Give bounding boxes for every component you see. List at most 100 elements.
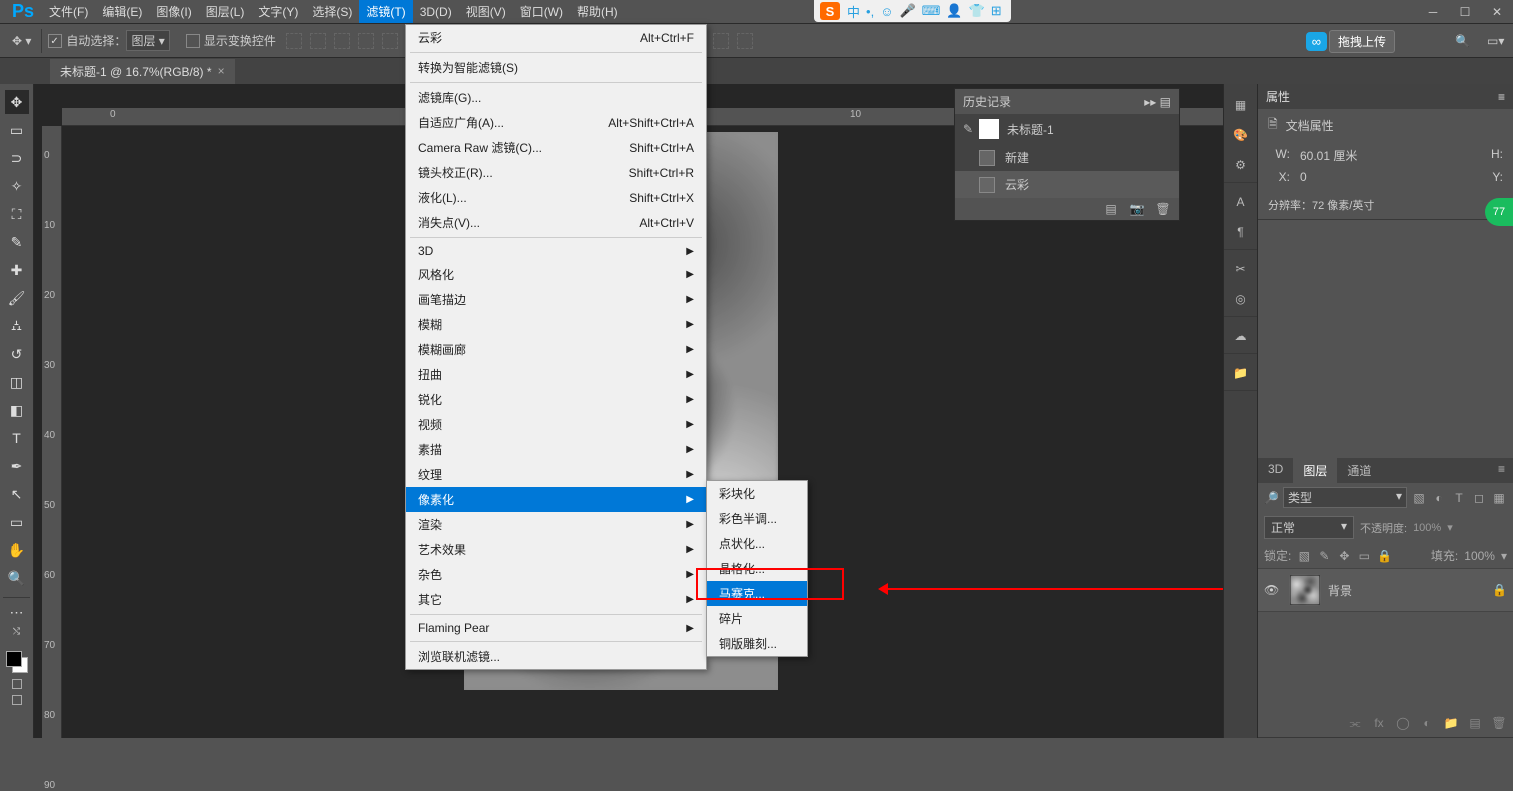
type-tool[interactable]: T	[5, 426, 29, 450]
filter-adj-icon[interactable]: ◐	[1431, 491, 1447, 505]
new-fill-icon[interactable]: ◐	[1419, 716, 1435, 731]
vtab-histogram-icon[interactable]: ▦	[1229, 94, 1253, 116]
lock-all-icon[interactable]: 🔒	[1377, 549, 1391, 563]
pixelate-item[interactable]: 彩色半调...	[707, 506, 807, 531]
trash-icon[interactable]: 🗑	[1155, 202, 1171, 216]
filter-item[interactable]: 像素化▶	[406, 487, 706, 512]
panel-menu-icon[interactable]: ≡	[1498, 90, 1505, 104]
workspace-icon[interactable]: ▭▾	[1487, 34, 1503, 50]
document-tab[interactable]: 未标题-1 @ 16.7%(RGB/8) * ×	[50, 59, 235, 84]
filter-item[interactable]: 画笔描边▶	[406, 287, 706, 312]
filter-item[interactable]: 云彩Alt+Ctrl+F	[406, 25, 706, 50]
new-snapshot-icon[interactable]: ▤	[1103, 202, 1119, 216]
fill-value[interactable]: 100%	[1464, 549, 1495, 563]
filter-item[interactable]: 扭曲▶	[406, 362, 706, 387]
lock-brush-icon[interactable]: ✎	[1317, 549, 1331, 563]
lasso-tool[interactable]: ⊃	[5, 146, 29, 170]
new-layer-icon[interactable]: ▤	[1467, 716, 1483, 731]
menu-type[interactable]: 文字(Y)	[251, 0, 305, 23]
filter-item[interactable]: 风格化▶	[406, 262, 706, 287]
swap-colors-icon[interactable]: ⤭	[13, 626, 20, 637]
menu-view[interactable]: 视图(V)	[459, 0, 513, 23]
move-tool[interactable]: ✥	[5, 90, 29, 114]
path-select-tool[interactable]: ↖	[5, 482, 29, 506]
visibility-eye-icon[interactable]: 👁	[1264, 583, 1282, 597]
filter-type-icon[interactable]: T	[1451, 491, 1467, 505]
vtab-adjustments-icon[interactable]: ⚙	[1229, 154, 1253, 176]
filter-pixel-icon[interactable]: ▧	[1411, 491, 1427, 505]
pixelate-item[interactable]: 点状化...	[707, 531, 807, 556]
history-collapse-icon[interactable]: ▸▸ ▤	[1144, 95, 1171, 109]
filter-item[interactable]: 转换为智能滤镜(S)	[406, 55, 706, 80]
filter-shape-icon[interactable]: ◻	[1471, 491, 1487, 505]
filter-item[interactable]: 自适应广角(A)...Alt+Shift+Ctrl+A	[406, 110, 706, 135]
maximize-button[interactable]: ☐	[1449, 0, 1481, 24]
filter-item[interactable]: 视频▶	[406, 412, 706, 437]
layers-panel[interactable]: 3D 图层 通道 ≡ 🔎 类型▾ ▧ ◐ T ◻ ▦ 正常▾ 不透明度: 100…	[1258, 458, 1513, 738]
lock-artboard-icon[interactable]: ▭	[1357, 549, 1371, 563]
tab-3d[interactable]: 3D	[1258, 458, 1293, 483]
pixelate-submenu[interactable]: 彩块化彩色半调...点状化...晶格化...马赛克...碎片铜版雕刻...	[706, 480, 808, 657]
ime-item-5[interactable]: 👕	[969, 3, 985, 19]
new-group-icon[interactable]: 📁	[1443, 716, 1459, 731]
vtab-paragraph-icon[interactable]: ¶	[1229, 221, 1253, 243]
filter-item[interactable]: 艺术效果▶	[406, 537, 706, 562]
opacity-value[interactable]: 100%	[1413, 522, 1441, 534]
pixelate-item[interactable]: 马赛克...	[707, 581, 807, 606]
layer-name[interactable]: 背景	[1328, 582, 1352, 599]
ime-item-6[interactable]: ⊞	[991, 3, 1002, 19]
zoom-tool[interactable]: 🔍	[5, 566, 29, 590]
history-file-row[interactable]: ✎ 未标题-1	[955, 114, 1179, 144]
menu-3d[interactable]: 3D(D)	[413, 2, 459, 22]
minimize-button[interactable]: ─	[1417, 0, 1449, 24]
ime-item-3[interactable]: ⌨	[922, 3, 941, 19]
green-badge[interactable]: 77	[1485, 198, 1513, 226]
edit-toolbar[interactable]: ⋯	[5, 600, 29, 624]
filter-item[interactable]: 3D▶	[406, 240, 706, 262]
filter-item[interactable]: 模糊画廊▶	[406, 337, 706, 362]
pixelate-item[interactable]: 铜版雕刻...	[707, 631, 807, 656]
filter-item[interactable]: 杂色▶	[406, 562, 706, 587]
layer-mask-icon[interactable]: ◯	[1395, 716, 1411, 731]
layer-filter-kind[interactable]: 类型▾	[1283, 487, 1407, 508]
menu-window[interactable]: 窗口(W)	[513, 0, 570, 23]
menu-help[interactable]: 帮助(H)	[570, 0, 625, 23]
filter-smart-icon[interactable]: ▦	[1491, 491, 1507, 505]
stamp-tool[interactable]: ⛼	[5, 314, 29, 338]
blend-mode-dropdown[interactable]: 正常▾	[1264, 516, 1354, 539]
search-icon[interactable]: 🔍	[1455, 34, 1471, 50]
gradient-tool[interactable]: ◧	[5, 398, 29, 422]
history-step-0[interactable]: 新建	[955, 144, 1179, 171]
pixelate-item[interactable]: 晶格化...	[707, 556, 807, 581]
filter-item[interactable]: 液化(L)...Shift+Ctrl+X	[406, 185, 706, 210]
healing-tool[interactable]: ✚	[5, 258, 29, 282]
filter-item[interactable]: Flaming Pear▶	[406, 617, 706, 639]
eyedropper-tool[interactable]: ✎	[5, 230, 29, 254]
vtab-libraries-icon[interactable]: ☁	[1229, 325, 1253, 347]
filter-item[interactable]: 模糊▶	[406, 312, 706, 337]
auto-select-dropdown[interactable]: 图层 ▾	[126, 30, 169, 51]
auto-select-checkbox[interactable]	[48, 34, 62, 48]
filter-item[interactable]: 镜头校正(R)...Shift+Ctrl+R	[406, 160, 706, 185]
vtab-folder-icon[interactable]: 📁	[1229, 362, 1253, 384]
delete-layer-icon[interactable]: 🗑	[1491, 716, 1507, 731]
filter-item[interactable]: 渲染▶	[406, 512, 706, 537]
filter-item[interactable]: 锐化▶	[406, 387, 706, 412]
sogou-icon[interactable]: S	[820, 2, 840, 20]
menu-edit[interactable]: 编辑(E)	[95, 0, 149, 23]
pixelate-item[interactable]: 碎片	[707, 606, 807, 631]
vtab-styles-icon[interactable]: ◎	[1229, 288, 1253, 310]
menu-image[interactable]: 图像(I)	[149, 0, 198, 23]
ime-item-1[interactable]: ☺	[880, 4, 893, 19]
layers-menu-icon[interactable]: ≡	[1490, 458, 1513, 483]
color-swatches[interactable]	[6, 651, 28, 673]
brush-tool[interactable]: 🖌	[5, 286, 29, 310]
menu-select[interactable]: 选择(S)	[305, 0, 359, 23]
layer-lock-icon[interactable]: 🔒	[1492, 583, 1507, 597]
eraser-tool[interactable]: ◫	[5, 370, 29, 394]
tab-channels[interactable]: 通道	[1337, 458, 1381, 483]
ime-toolbar[interactable]: S 中 •, ☺ 🎤 ⌨ 👤 👕 ⊞	[814, 0, 1011, 22]
pixelate-item[interactable]: 彩块化	[707, 481, 807, 506]
crop-tool[interactable]: ⛶	[5, 202, 29, 226]
filter-item[interactable]: 其它▶	[406, 587, 706, 612]
